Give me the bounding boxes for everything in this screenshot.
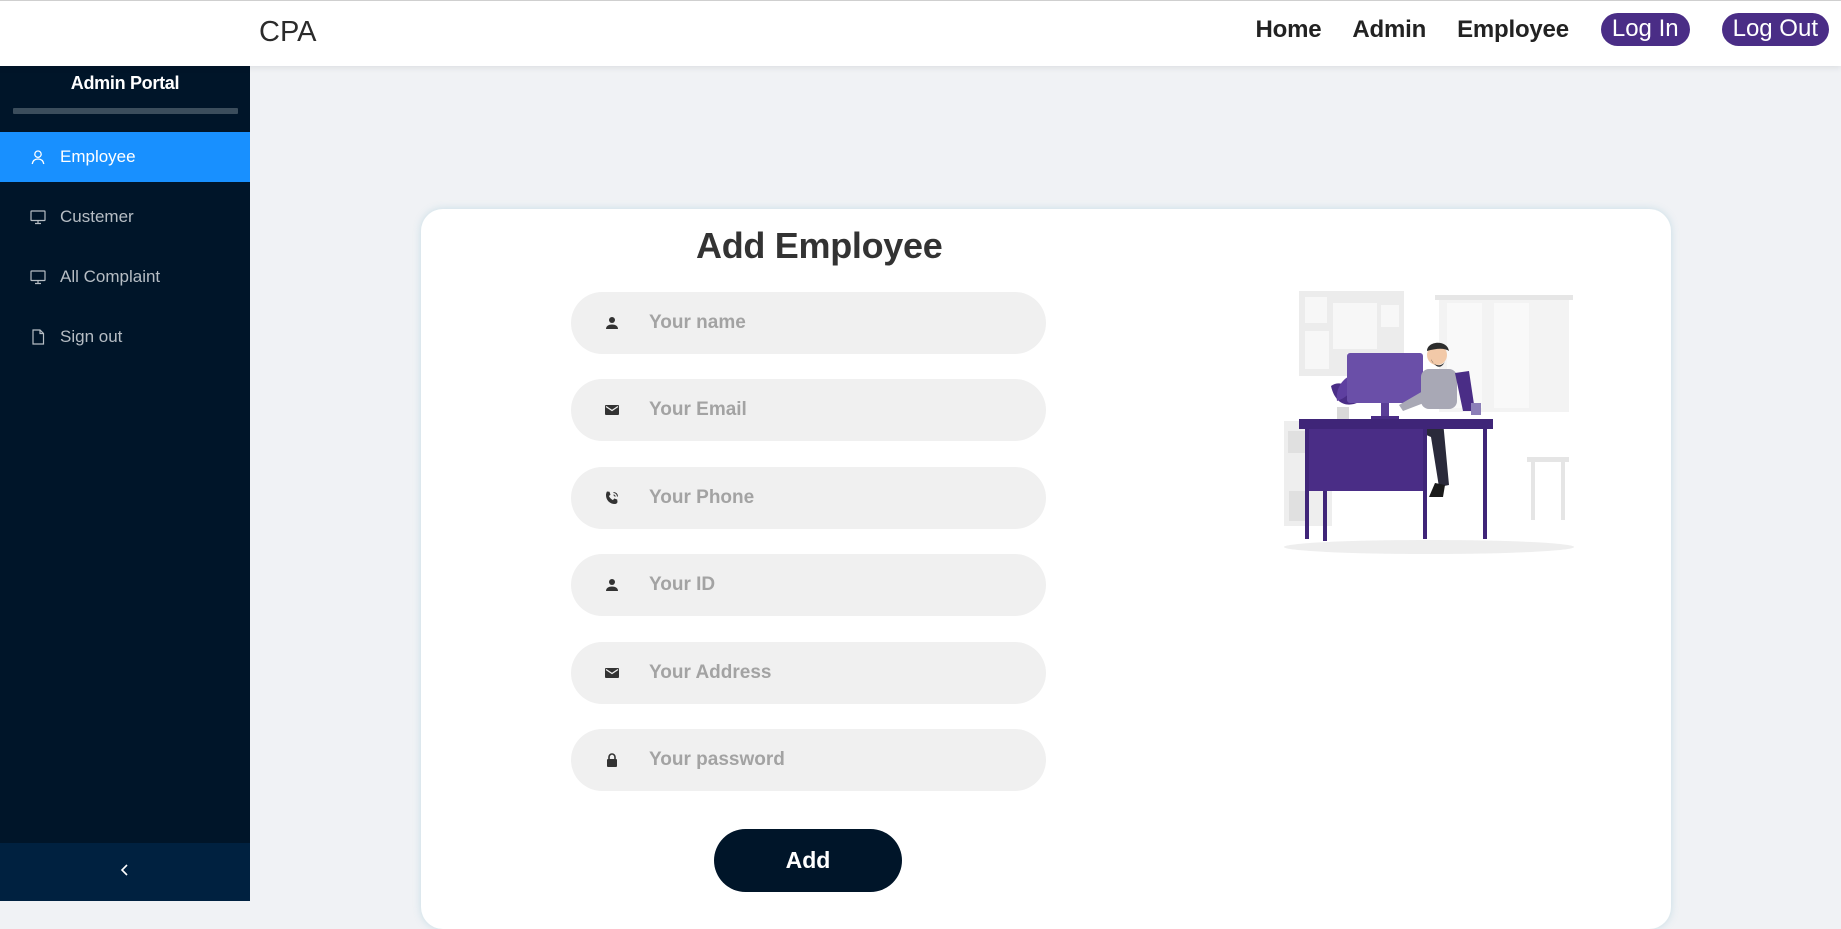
- chevron-left-icon: [118, 863, 132, 882]
- illustration-desk: [1299, 419, 1493, 429]
- sidebar-collapse-button[interactable]: [0, 843, 250, 901]
- login-button[interactable]: Log In: [1600, 13, 1690, 46]
- email-input[interactable]: [647, 398, 1011, 422]
- sidebar-item-label: All Complaint: [60, 267, 161, 286]
- sidebar: Admin Portal Employee Custemer All Compl…: [0, 65, 250, 901]
- nav-employee-link[interactable]: Employee: [1457, 16, 1569, 44]
- main-nav: Home Admin Employee Log In Log Out: [1225, 13, 1829, 46]
- email-field[interactable]: [571, 379, 1046, 441]
- sidebar-title: Admin Portal: [70, 73, 180, 93]
- office-illustration: [1284, 291, 1574, 554]
- password-field[interactable]: [571, 729, 1046, 791]
- id-field[interactable]: [571, 554, 1046, 616]
- sidebar-item-label: Sign out: [60, 327, 123, 346]
- phone-input[interactable]: [647, 486, 1011, 510]
- add-employee-card: Add Employee Add: [421, 209, 1671, 929]
- name-input[interactable]: [647, 311, 1011, 335]
- person-icon: [604, 577, 620, 593]
- phone-icon: [604, 490, 620, 506]
- desktop-icon: [30, 269, 46, 285]
- sidebar-item-label: Custemer: [60, 207, 134, 226]
- address-field[interactable]: [571, 642, 1046, 704]
- lock-icon: [604, 752, 620, 768]
- sidebar-item-sign-out[interactable]: Sign out: [0, 312, 250, 362]
- mail-icon: [604, 665, 620, 681]
- address-input[interactable]: [647, 661, 1011, 685]
- phone-field[interactable]: [571, 467, 1046, 529]
- top-navbar: CPA Home Admin Employee Log In Log Out: [0, 0, 1841, 66]
- user-icon: [30, 149, 46, 165]
- page-title: Add Employee: [696, 225, 943, 266]
- sidebar-item-custemer[interactable]: Custemer: [0, 192, 250, 242]
- sidebar-item-label: Employee: [60, 147, 136, 166]
- nav-admin-link[interactable]: Admin: [1352, 16, 1426, 44]
- sidebar-item-all-complaint[interactable]: All Complaint: [0, 252, 250, 302]
- mail-icon: [604, 402, 620, 418]
- brand-logo[interactable]: CPA: [259, 16, 316, 49]
- name-field[interactable]: [571, 292, 1046, 354]
- sidebar-menu: Employee Custemer All Complaint Sign out: [0, 132, 250, 372]
- person-icon: [604, 315, 620, 331]
- illustration-monitor: [1347, 353, 1423, 403]
- sidebar-item-employee[interactable]: Employee: [0, 132, 250, 182]
- nav-home-link[interactable]: Home: [1256, 16, 1322, 44]
- password-input[interactable]: [647, 748, 1011, 772]
- id-input[interactable]: [647, 573, 1011, 597]
- desktop-icon: [30, 209, 46, 225]
- file-icon: [30, 329, 46, 345]
- add-button[interactable]: Add: [714, 829, 902, 892]
- sidebar-divider: [13, 108, 238, 114]
- logout-button[interactable]: Log Out: [1721, 13, 1829, 46]
